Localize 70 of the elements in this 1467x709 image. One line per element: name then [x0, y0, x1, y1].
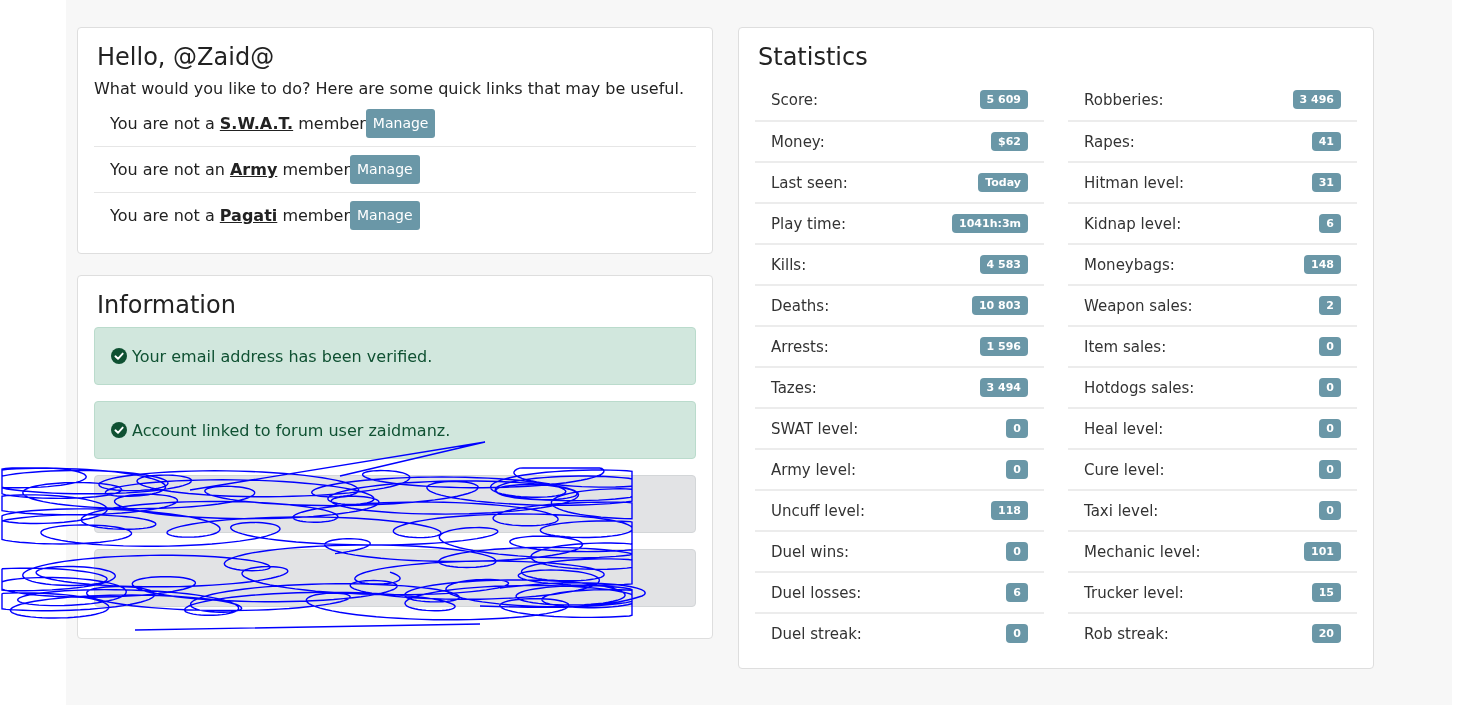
- stat-value: 0: [1319, 460, 1341, 479]
- alert-text: Your email address has been verified.: [132, 346, 433, 366]
- stat-value: 101: [1304, 542, 1341, 561]
- stat-value: 0: [1006, 542, 1028, 561]
- intro-text: What would you like to do? Here are some quick links that may be useful.: [94, 79, 685, 99]
- check-circle-icon: [111, 348, 127, 364]
- stat-value: 41: [1311, 132, 1341, 151]
- stat-value: 0: [1319, 501, 1341, 520]
- card-title: Hello, @Zaid@: [97, 42, 276, 73]
- stat-label: Duel losses:: [771, 583, 862, 602]
- stat-label: Army level:: [771, 460, 857, 479]
- group-link[interactable]: Army: [229, 160, 278, 179]
- stat-label: Cure level:: [1084, 460, 1165, 479]
- stat-value: 0: [1006, 624, 1028, 643]
- stat-value: 6: [1006, 583, 1028, 602]
- stat-value: 3 494: [979, 378, 1028, 397]
- stat-label: Mechanic level:: [1084, 542, 1201, 561]
- stat-label: Item sales:: [1084, 337, 1167, 356]
- stat-label: Deaths:: [771, 296, 830, 315]
- stat-value: 0: [1319, 378, 1341, 397]
- stat-label: Kidnap level:: [1084, 214, 1182, 233]
- stat-value: 3 496: [1292, 90, 1341, 109]
- stat-label: Weapon sales:: [1084, 296, 1193, 315]
- stat-value: 20: [1311, 624, 1341, 643]
- stat-label: Hotdogs sales:: [1084, 378, 1195, 397]
- stat-label: Last seen:: [771, 173, 848, 192]
- membership-text: You are not a S.W.A.T. member: [110, 113, 366, 133]
- stat-value: 0: [1319, 419, 1341, 438]
- stat-label: Score:: [771, 90, 819, 109]
- stat-value: 15: [1311, 583, 1341, 602]
- stat-label: Play time:: [771, 214, 846, 233]
- stat-label: Rob streak:: [1084, 624, 1169, 643]
- stat-value: 10 803: [971, 296, 1028, 315]
- membership-text: You are not a Pagati member: [110, 206, 350, 225]
- stat-label: Kills:: [771, 255, 807, 274]
- stat-value: 2: [1319, 296, 1341, 315]
- stat-value: Today: [978, 173, 1028, 192]
- stat-value: 5 609: [979, 90, 1028, 109]
- group-link[interactable]: S.W.A.T.: [219, 113, 294, 133]
- stat-label: Rapes:: [1084, 132, 1135, 151]
- stat-value: 4 583: [979, 255, 1028, 274]
- stat-label: Money:: [771, 132, 825, 151]
- stat-value: 0: [1006, 460, 1028, 479]
- stat-value: $62: [991, 132, 1028, 151]
- stat-value: 31: [1311, 173, 1341, 192]
- membership-text: You are not an Army member: [110, 160, 350, 179]
- stat-value: 148: [1304, 255, 1341, 274]
- stat-label: Tazes:: [771, 378, 817, 397]
- stat-label: Duel wins:: [771, 542, 850, 561]
- stat-value: 6: [1319, 214, 1341, 233]
- group-link[interactable]: Pagati: [219, 206, 278, 225]
- stat-label: Moneybags:: [1084, 255, 1175, 274]
- stat-label: Robberies:: [1084, 90, 1164, 109]
- stat-label: Heal level:: [1084, 419, 1164, 438]
- stat-value: 1041h:3m: [952, 214, 1028, 233]
- stat-label: Duel streak:: [771, 624, 862, 643]
- check-circle-icon: [111, 422, 127, 438]
- stat-value: 1 596: [979, 337, 1028, 356]
- stat-label: Arrests:: [771, 337, 829, 356]
- stat-value: 118: [991, 501, 1028, 520]
- alert-text: Account linked to forum user zaidmanz.: [132, 420, 451, 440]
- stat-value: 0: [1319, 337, 1341, 356]
- stat-label: Trucker level:: [1084, 583, 1184, 602]
- stat-value: 0: [1006, 419, 1028, 438]
- stat-label: Taxi level:: [1084, 501, 1159, 520]
- card-title: Information: [97, 290, 237, 321]
- stat-label: SWAT level:: [771, 419, 859, 438]
- stat-label: Hitman level:: [1084, 173, 1185, 192]
- card-title: Statistics: [758, 42, 869, 73]
- stat-label: Uncuff level:: [771, 501, 866, 520]
